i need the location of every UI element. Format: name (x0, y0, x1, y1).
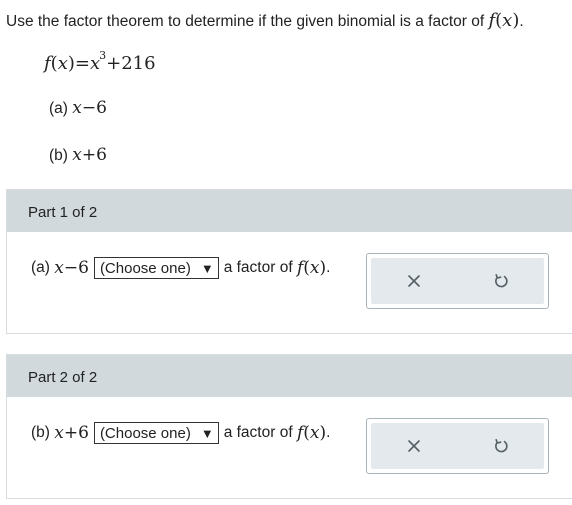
undo-icon (494, 439, 508, 453)
part-2-answer-line: (b) x+6 (Choose one) ▼ a factor of f(x). (31, 422, 331, 444)
question-text: Use the factor theorem to determine if t… (6, 10, 524, 31)
part-1-header: Part 1 of 2 (7, 190, 572, 232)
function-definition: f(x)=x3+216 (44, 49, 156, 74)
part-1-select[interactable]: (Choose one) ▼ (93, 257, 219, 279)
question-function: f(x) (488, 10, 520, 31)
part-1-answer-line: (a) x−6 (Choose one) ▼ a factor of f(x). (31, 257, 331, 279)
close-icon (408, 440, 421, 452)
part-1-panel: Part 1 of 2 (a) x−6 (Choose one) ▼ a fac… (6, 189, 572, 334)
part-1-clear-button[interactable] (394, 264, 434, 298)
part-1-tools (366, 253, 549, 309)
part-2-tools (366, 418, 549, 474)
close-icon (408, 275, 421, 287)
part-2-function: f(x) (296, 423, 327, 443)
part-2-clear-button[interactable] (394, 429, 434, 463)
part-2-panel: Part 2 of 2 (b) x+6 (Choose one) ▼ a fac… (6, 354, 572, 499)
exponent: 3 (99, 49, 107, 62)
dropdown-arrow-icon: ▼ (200, 425, 214, 441)
question-prompt: Use the factor theorem to determine if t… (6, 13, 485, 30)
part-2-select[interactable]: (Choose one) ▼ (93, 422, 219, 444)
undo-icon (494, 274, 508, 288)
binomial-a: (a) x−6 (49, 98, 107, 118)
dropdown-arrow-icon: ▼ (200, 260, 214, 276)
part-1-function: f(x) (296, 258, 327, 278)
part-2-reset-button[interactable] (481, 429, 521, 463)
part-1-reset-button[interactable] (481, 264, 521, 298)
binomial-b: (b) x+6 (49, 145, 107, 165)
part-2-header: Part 2 of 2 (7, 355, 572, 397)
